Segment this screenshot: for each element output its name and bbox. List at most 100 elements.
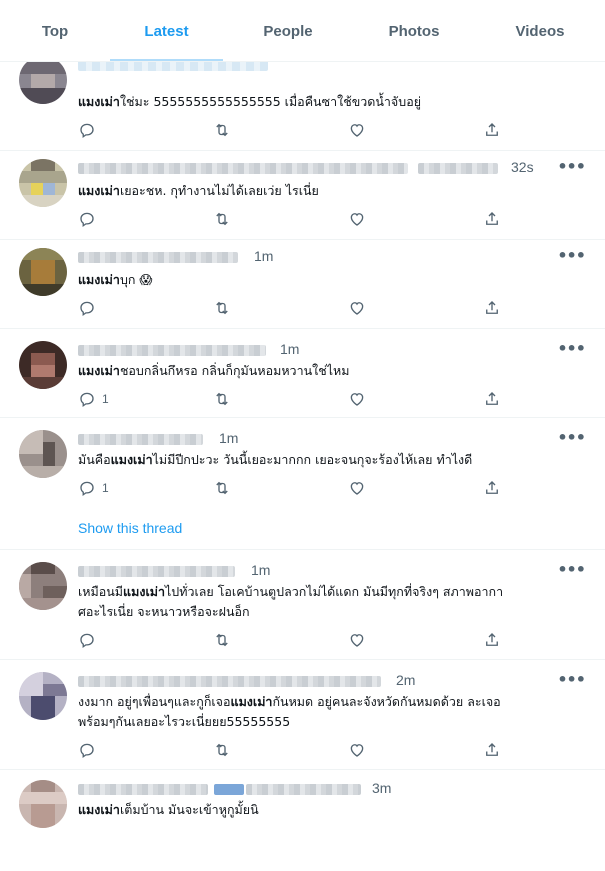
tweet-actions <box>78 209 508 229</box>
share-icon <box>486 392 498 405</box>
retweet-icon <box>216 633 228 647</box>
like-button[interactable] <box>348 120 366 140</box>
tweet-header: 1m <box>78 430 583 450</box>
show-thread-link[interactable]: Show this thread <box>78 520 182 536</box>
reply-icon <box>80 743 94 759</box>
share-icon <box>486 212 498 225</box>
reply-button[interactable] <box>78 209 96 229</box>
share-icon <box>486 301 498 314</box>
retweet-icon <box>216 481 228 495</box>
share-icon <box>486 633 498 646</box>
tweet-text-pre: เหมือนมี <box>78 584 124 599</box>
like-button[interactable] <box>348 298 366 318</box>
like-button[interactable] <box>348 478 366 498</box>
more-icon[interactable]: ••• <box>557 670 586 689</box>
tab-top[interactable]: Top <box>0 0 110 62</box>
avatar[interactable] <box>19 248 67 296</box>
retweet-button[interactable] <box>213 209 231 229</box>
share-button[interactable] <box>483 209 501 229</box>
avatar[interactable] <box>19 672 67 720</box>
keyword-highlight: แมงเม่า <box>78 802 120 817</box>
tweet[interactable]: แมงเม่าใช่มะ 5555555555555555 เมื่อคืนซา… <box>0 56 605 151</box>
reply-icon <box>80 212 94 228</box>
avatar[interactable] <box>19 56 67 104</box>
share-button[interactable] <box>483 298 501 318</box>
retweet-icon <box>216 301 228 315</box>
tweet[interactable]: 1m ••• แมงเม่าบุก 😱 <box>0 240 605 329</box>
avatar[interactable] <box>19 430 67 478</box>
reply-icon <box>80 633 94 649</box>
reply-button[interactable] <box>78 740 96 760</box>
reply-count: 1 <box>102 481 109 495</box>
tweet-time[interactable]: 1m <box>280 341 299 357</box>
like-icon <box>350 482 364 495</box>
avatar[interactable] <box>19 159 67 207</box>
retweet-button[interactable] <box>213 478 231 498</box>
avatar[interactable] <box>19 341 67 389</box>
like-button[interactable] <box>348 389 366 409</box>
tweet-text-rest: ไปทั่วเลย โอเคบ้านตูปลวกไม่ได้แดก มันมีท… <box>164 584 504 599</box>
tweet-text: แมงเม่าใช่มะ 5555555555555555 เมื่อคืนซา… <box>78 92 587 112</box>
reply-count: 1 <box>102 392 109 406</box>
retweet-button[interactable] <box>213 298 231 318</box>
like-button[interactable] <box>348 740 366 760</box>
tweet-time[interactable]: 3m <box>372 780 391 796</box>
more-icon[interactable]: ••• <box>557 428 586 447</box>
share-button[interactable] <box>483 740 501 760</box>
reply-button[interactable] <box>78 120 96 140</box>
keyword-highlight: แมงเม่า <box>78 94 120 109</box>
tweet-time[interactable]: 1m <box>254 248 273 264</box>
tweet-actions <box>78 298 508 318</box>
tweet-text-rest: เต็มบ้าน มันจะเข้าหูกูมั้ยนิ <box>119 802 259 817</box>
tweet-actions: 1 <box>78 389 508 409</box>
like-icon <box>350 213 364 226</box>
tweet[interactable]: 1m ••• แมงเม่าชอบกลิ่นกึหรอ กลิ่นก็กุมัน… <box>0 329 605 418</box>
tweet[interactable]: 1m ••• เหมือนมีแมงเม่าไปทั่วเลย โอเคบ้าน… <box>0 550 605 660</box>
tweet-text-rest: ไม่มีปีกปะวะ วันนี้เยอะมากกก เยอะจนกุจะร… <box>152 452 473 467</box>
tweet[interactable]: 1m ••• มันคือแมงเม่าไม่มีปีกปะวะ วันนี้เ… <box>0 418 605 550</box>
like-icon <box>350 124 364 137</box>
tab-people[interactable]: People <box>223 0 353 62</box>
share-button[interactable] <box>483 389 501 409</box>
reply-button[interactable]: 1 <box>78 478 109 498</box>
tweet-text-rest: ใช่มะ 5555555555555555 เมื่อคืนซาใช้ขวดน… <box>119 94 422 109</box>
tweet[interactable]: 3m แมงเม่าเต็มบ้าน มันจะเข้าหูกูมั้ยนิ <box>0 770 605 871</box>
share-button[interactable] <box>483 630 501 650</box>
tab-active-underline <box>110 59 223 61</box>
tweet-text: เหมือนมีแมงเม่าไปทั่วเลย โอเคบ้านตูปลวกไ… <box>78 582 587 622</box>
tab-photos[interactable]: Photos <box>353 0 475 62</box>
keyword-highlight: แมงเม่า <box>78 363 120 378</box>
keyword-highlight: แมงเม่า <box>230 694 273 709</box>
tweet-text: งงมาก อยู่ๆเพื่อนๆและกูก็เจอแมงเม่ากันหม… <box>78 692 587 732</box>
tweet[interactable]: 2m ••• งงมาก อยู่ๆเพื่อนๆและกูก็เจอแมงเม… <box>0 660 605 770</box>
avatar[interactable] <box>19 780 67 828</box>
tab-latest[interactable]: Latest <box>110 0 223 62</box>
tweet[interactable]: 32s ••• แมงเม่าเยอะชห. กุทำงานไม่ได้เลยเ… <box>0 151 605 240</box>
tweet-text-line2: ศอะไรเนี่ย จะหนาวหรือจะฝนอ็ก <box>78 604 250 619</box>
tweet-time[interactable]: 32s <box>511 159 534 175</box>
more-icon[interactable]: ••• <box>557 560 586 579</box>
more-icon[interactable]: ••• <box>557 246 586 265</box>
retweet-button[interactable] <box>213 630 231 650</box>
tweet-header: 1m <box>78 562 583 582</box>
like-button[interactable] <box>348 630 366 650</box>
reply-button[interactable]: 1 <box>78 389 109 409</box>
reply-button[interactable] <box>78 298 96 318</box>
retweet-button[interactable] <box>213 120 231 140</box>
tweet-time[interactable]: 2m <box>396 672 415 688</box>
share-button[interactable] <box>483 478 501 498</box>
more-icon[interactable]: ••• <box>557 157 586 176</box>
tweet-header: 1m <box>78 248 583 268</box>
retweet-button[interactable] <box>213 389 231 409</box>
retweet-button[interactable] <box>213 740 231 760</box>
tweet-text-rest: เยอะชห. กุทำงานไม่ได้เลยเว่ย ไรเนี่ย <box>119 183 319 198</box>
share-button[interactable] <box>483 120 501 140</box>
reply-button[interactable] <box>78 630 96 650</box>
avatar[interactable] <box>19 562 67 610</box>
tab-videos[interactable]: Videos <box>475 0 605 62</box>
tweet-time[interactable]: 1m <box>219 430 238 446</box>
like-button[interactable] <box>348 209 366 229</box>
retweet-icon <box>216 392 228 406</box>
more-icon[interactable]: ••• <box>557 339 586 358</box>
tweet-time[interactable]: 1m <box>251 562 270 578</box>
